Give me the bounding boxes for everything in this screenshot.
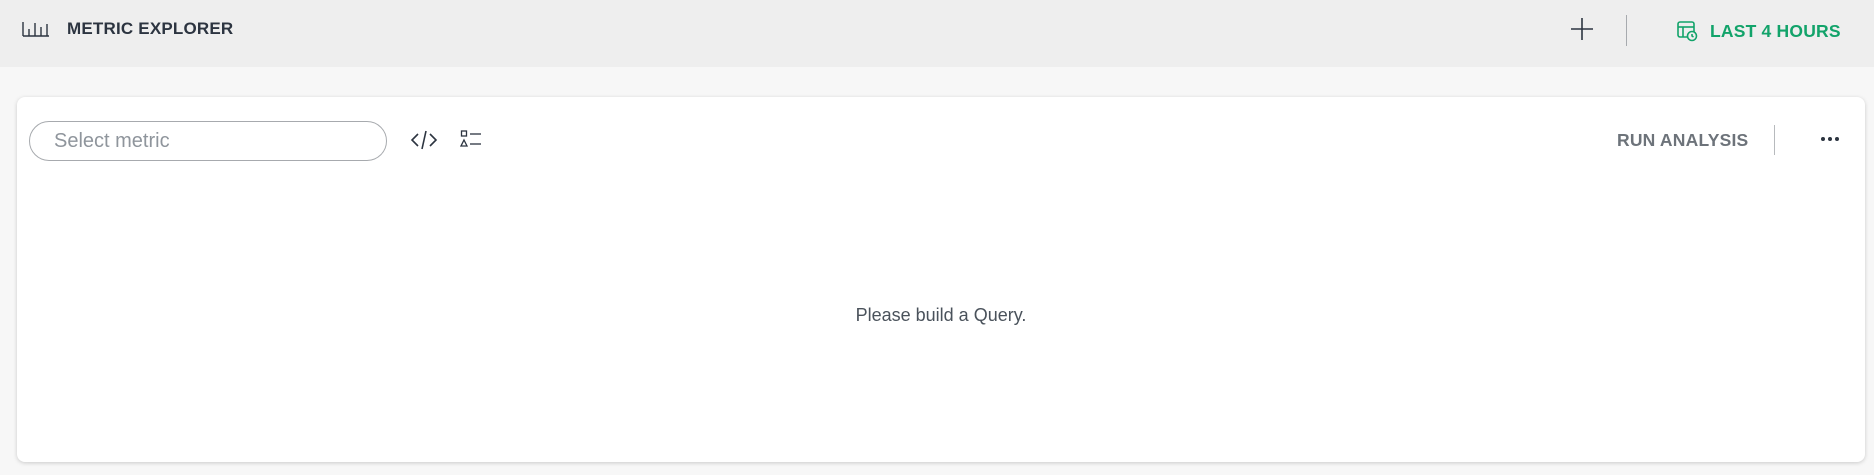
top-bar: METRIC EXPLORER LAST 4 HOURS (0, 0, 1874, 67)
divider (1626, 15, 1627, 46)
page-title: METRIC EXPLORER (67, 19, 234, 38)
empty-state-message: Please build a Query. (855, 305, 1027, 325)
plus-icon[interactable] (1568, 15, 1596, 43)
calendar-clock-icon (1677, 21, 1698, 42)
more-horizontal-icon[interactable] (1817, 127, 1843, 151)
timeframe-selector[interactable]: LAST 4 HOURS (1676, 16, 1841, 46)
divider (1774, 125, 1775, 155)
run-analysis-button[interactable]: RUN ANALYSIS (1617, 130, 1748, 151)
list-icon[interactable] (460, 129, 482, 149)
code-icon[interactable] (410, 128, 438, 152)
metric-select-input[interactable] (29, 121, 387, 161)
query-card: RUN ANALYSIS Please build a Query. (17, 97, 1865, 462)
timeframe-label: LAST 4 HOURS (1710, 20, 1841, 41)
bar-chart-icon (22, 22, 49, 37)
